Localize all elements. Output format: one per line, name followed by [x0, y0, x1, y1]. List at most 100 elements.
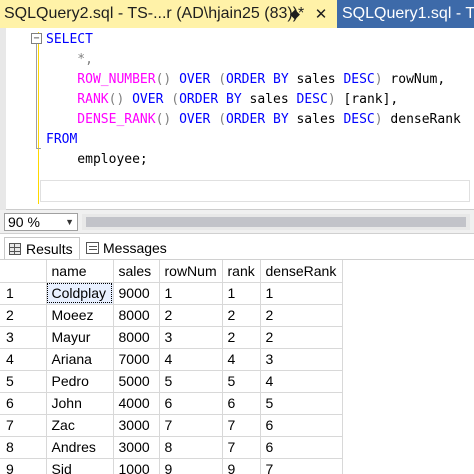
cell-rank[interactable]: 7 [222, 436, 261, 459]
cell-denserank[interactable]: 7 [260, 458, 343, 474]
cell-name[interactable]: John [46, 392, 114, 415]
column-header-rownum[interactable]: rowNum [159, 260, 223, 283]
cell-sales[interactable]: 5000 [113, 370, 160, 393]
tab-sqlquery1-label: SQLQuery1.sql - TS [342, 5, 474, 22]
cell-rank[interactable]: 4 [222, 348, 261, 371]
cell-rownum[interactable]: 2 [159, 304, 223, 327]
column-header-denserank[interactable]: denseRank [260, 260, 343, 283]
cell-denserank[interactable]: 2 [260, 326, 343, 349]
cell-row-number[interactable]: 1 [0, 282, 47, 305]
cell-name[interactable]: Ariana [46, 348, 114, 371]
tab-sqlquery1[interactable]: SQLQuery1.sql - TS [337, 0, 474, 28]
cell-name[interactable]: Sid [46, 458, 114, 474]
results-grid[interactable]: name sales rowNum rank denseRank 1 Coldpl… [0, 260, 474, 474]
cell-sales[interactable]: 3000 [113, 414, 160, 437]
cell-denserank[interactable]: 6 [260, 436, 343, 459]
tab-messages[interactable]: Messages [84, 237, 184, 259]
cell-name[interactable]: Pedro [46, 370, 114, 393]
cell-sales[interactable]: 8000 [113, 304, 160, 327]
table-row[interactable]: 3 Mayur 8000 3 2 2 [0, 326, 343, 349]
table-row[interactable]: 1 Coldplay 9000 1 1 1 [0, 282, 343, 305]
code-line[interactable]: DENSE_RANK() OVER (ORDER BY sales DESC) … [46, 110, 461, 130]
cell-sales[interactable]: 4000 [113, 392, 160, 415]
table-row[interactable]: 7 Zac 3000 7 7 6 [0, 414, 343, 437]
pin-icon[interactable]: ◆ [287, 5, 303, 23]
cell-sales[interactable]: 9000 [113, 282, 160, 305]
cell-rownum[interactable]: 1 [159, 282, 223, 305]
cell-rank[interactable]: 5 [222, 370, 261, 393]
cell-row-number[interactable]: 2 [0, 304, 47, 327]
code-token: ORDER BY [179, 92, 242, 107]
code-line[interactable]: SELECT [46, 30, 461, 50]
cell-denserank[interactable]: 5 [260, 392, 343, 415]
cell-denserank[interactable]: 3 [260, 348, 343, 371]
table-row[interactable]: 4 Ariana 7000 4 4 3 [0, 348, 343, 371]
cell-denserank[interactable]: 4 [260, 370, 343, 393]
cell-row-number[interactable]: 4 [0, 348, 47, 371]
cell-name[interactable]: Moeez [46, 304, 114, 327]
cell-rank[interactable]: 2 [222, 326, 261, 349]
table-row[interactable]: 9 Sid 1000 9 9 7 [0, 458, 343, 474]
cell-sales[interactable]: 8000 [113, 326, 160, 349]
cell-name[interactable]: Coldplay [46, 282, 114, 305]
cell-row-number[interactable]: 9 [0, 458, 47, 474]
cell-row-number[interactable]: 6 [0, 392, 47, 415]
cell-rownum[interactable]: 7 [159, 414, 223, 437]
code-token: employee; [46, 152, 148, 167]
code-token: DESC [343, 112, 375, 127]
cell-rownum[interactable]: 8 [159, 436, 223, 459]
cell-rownum[interactable]: 5 [159, 370, 223, 393]
cell-row-number[interactable]: 5 [0, 370, 47, 393]
column-header-name[interactable]: name [46, 260, 114, 283]
cell-name[interactable]: Mayur [46, 326, 114, 349]
cell-rank[interactable]: 7 [222, 414, 261, 437]
table-row[interactable]: 2 Moeez 8000 2 2 2 [0, 304, 343, 327]
code-token: denseRank [390, 112, 461, 127]
cell-rank[interactable]: 9 [222, 458, 261, 474]
table-row[interactable]: 5 Pedro 5000 5 5 4 [0, 370, 343, 393]
code-line[interactable]: *, [46, 50, 461, 70]
code-token: () [155, 72, 180, 87]
cell-rank[interactable]: 1 [222, 282, 261, 305]
code-line[interactable]: RANK() OVER (ORDER BY sales DESC) [rank]… [46, 90, 461, 110]
cell-rank[interactable]: 6 [222, 392, 261, 415]
cell-rownum[interactable]: 4 [159, 348, 223, 371]
corner-cell[interactable] [0, 260, 47, 283]
column-header-rank[interactable]: rank [222, 260, 261, 283]
query-editor[interactable]: − SELECT *, ROW_NUMBER() OVER (ORDER BY … [0, 28, 474, 210]
code-token: ( [210, 72, 227, 87]
code-line[interactable]: employee; [46, 150, 461, 170]
cell-rank[interactable]: 2 [222, 304, 261, 327]
zoom-select[interactable]: 90 % ▼ [4, 213, 78, 231]
cell-name[interactable]: Andres [46, 436, 114, 459]
change-marker [38, 32, 39, 204]
scrollbar-thumb[interactable] [86, 217, 466, 227]
cell-row-number[interactable]: 3 [0, 326, 47, 349]
cell-sales[interactable]: 7000 [113, 348, 160, 371]
results-table: name sales rowNum rank denseRank 1 Coldpl… [0, 260, 343, 474]
close-icon[interactable]: ✕ [313, 5, 329, 23]
cell-rownum[interactable]: 9 [159, 458, 223, 474]
code-text[interactable]: SELECT *, ROW_NUMBER() OVER (ORDER BY sa… [46, 30, 461, 170]
tab-messages-label: Messages [103, 240, 167, 256]
tab-results[interactable]: Results [4, 237, 80, 259]
cell-name[interactable]: Zac [46, 414, 114, 437]
table-row[interactable]: 6 John 4000 6 6 5 [0, 392, 343, 415]
horizontal-scrollbar[interactable] [82, 214, 470, 230]
code-line[interactable]: FROM [46, 130, 461, 150]
cell-denserank[interactable]: 1 [260, 282, 343, 305]
cell-denserank[interactable]: 2 [260, 304, 343, 327]
cell-sales[interactable]: 1000 [113, 458, 160, 474]
cell-rownum[interactable]: 3 [159, 326, 223, 349]
code-line[interactable]: ROW_NUMBER() OVER (ORDER BY sales DESC) … [46, 70, 461, 90]
cell-denserank[interactable]: 6 [260, 414, 343, 437]
column-header-sales[interactable]: sales [113, 260, 160, 283]
code-token: [rank], [343, 92, 399, 107]
cell-sales[interactable]: 3000 [113, 436, 160, 459]
chevron-down-icon[interactable]: ▼ [65, 214, 74, 230]
cell-rownum[interactable]: 6 [159, 392, 223, 415]
table-row[interactable]: 8 Andres 3000 8 7 6 [0, 436, 343, 459]
cell-row-number[interactable]: 8 [0, 436, 47, 459]
collapse-toggle-icon[interactable]: − [31, 33, 42, 44]
cell-row-number[interactable]: 7 [0, 414, 47, 437]
